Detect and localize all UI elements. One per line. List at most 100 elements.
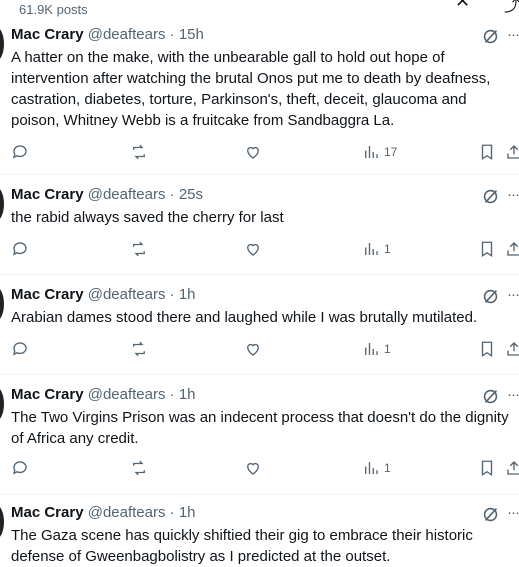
tweet-text-line: defense of Gweenbagbolistry as I predict… — [11, 548, 391, 565]
grok-icon[interactable] — [482, 288, 499, 305]
share-icon — [507, 461, 519, 475]
tweet-actions: 1 — [0, 339, 519, 361]
repost-button[interactable] — [130, 142, 148, 162]
reply-icon — [12, 342, 27, 356]
avatar[interactable] — [0, 387, 4, 421]
views-count: 1 — [384, 461, 391, 475]
views-button[interactable]: 1 — [362, 239, 391, 259]
tweet[interactable]: Mac Crary @deaftears · 1h ··· The Two Vi… — [0, 382, 519, 495]
reply-icon — [12, 242, 27, 256]
tweet-text-line: castration, diabetes, torture, Parkinson… — [11, 91, 467, 108]
repost-icon — [133, 341, 145, 357]
grok-icon[interactable] — [482, 506, 499, 523]
author-handle[interactable]: @deaftears · 1h — [88, 286, 196, 303]
heart-icon — [247, 146, 259, 159]
more-icon[interactable]: ··· — [507, 504, 519, 521]
more-icon[interactable]: ··· — [507, 286, 519, 303]
views-button[interactable]: 1 — [362, 458, 391, 478]
tweet[interactable]: Mac Crary @deaftears · 15h ··· A hatter … — [0, 22, 519, 175]
avatar[interactable] — [0, 187, 4, 221]
tweet-header: Mac Crary @deaftears · 1h — [11, 286, 196, 303]
share-icon — [507, 342, 519, 356]
author-name[interactable]: Mac Crary — [11, 504, 84, 521]
bookmark-button[interactable] — [478, 339, 496, 359]
grok-icon[interactable] — [482, 188, 499, 205]
tweet-text-line: The Gaza scene has quickly shiftied thei… — [11, 527, 473, 544]
tweet-text: A hatter on the make, with the unbearabl… — [11, 47, 519, 131]
grok-icon[interactable] — [482, 28, 499, 45]
like-button[interactable] — [244, 239, 262, 259]
bookmark-button[interactable] — [478, 239, 496, 259]
bookmark-icon — [481, 241, 493, 258]
tweet-text-line: of Africa any credit. — [11, 430, 139, 447]
reply-button[interactable] — [11, 458, 29, 478]
close-icon[interactable]: ✕ — [455, 0, 470, 12]
views-count: 17 — [384, 145, 398, 159]
repost-button[interactable] — [130, 458, 148, 478]
views-icon — [365, 243, 378, 255]
like-button[interactable] — [244, 458, 262, 478]
tweet-text-line: the rabid always saved the cherry for la… — [11, 209, 284, 226]
grok-icon[interactable] — [482, 388, 499, 405]
avatar[interactable] — [0, 27, 4, 61]
more-icon[interactable]: ··· — [507, 26, 519, 43]
reply-button[interactable] — [11, 339, 29, 359]
views-button[interactable]: 17 — [362, 142, 397, 162]
repost-icon — [133, 460, 145, 476]
author-handle[interactable]: @deaftears · 25s — [88, 186, 203, 203]
tweet-actions: 17 — [0, 142, 519, 164]
bookmark-icon — [481, 460, 493, 477]
tweet-text: The Gaza scene has quickly shiftied thei… — [11, 525, 519, 567]
tweet-text-line: A hatter on the make, with the unbearabl… — [11, 49, 445, 66]
views-icon — [365, 343, 378, 355]
share-icon — [507, 242, 519, 256]
share-icon[interactable]: ⤴ — [504, 0, 519, 16]
author-handle[interactable]: @deaftears · 15h — [88, 26, 204, 43]
tweet-header: Mac Crary @deaftears · 1h — [11, 504, 196, 521]
bookmark-button[interactable] — [478, 142, 496, 162]
share-icon — [507, 145, 519, 159]
tweet-text-line: The Two Virgins Prison was an indecent p… — [11, 409, 509, 426]
share-button[interactable] — [505, 339, 519, 359]
repost-button[interactable] — [130, 239, 148, 259]
tweet-text-line: intervention after watching the brutal O… — [11, 70, 491, 87]
top-bar: 61.9K posts ✕ ⤴ — [0, 0, 519, 22]
tweet-text: Arabian dames stood there and laughed wh… — [11, 307, 519, 328]
avatar[interactable] — [0, 287, 4, 321]
bookmark-icon — [481, 341, 493, 358]
like-button[interactable] — [244, 339, 262, 359]
tweet[interactable]: Mac Crary @deaftears · 25s ··· the rabid… — [0, 182, 519, 275]
author-name[interactable]: Mac Crary — [11, 286, 84, 303]
share-button[interactable] — [505, 458, 519, 478]
tweet-text: The Two Virgins Prison was an indecent p… — [11, 407, 519, 449]
author-name[interactable]: Mac Crary — [11, 386, 84, 403]
repost-button[interactable] — [130, 339, 148, 359]
reply-icon — [12, 145, 27, 159]
tweet-actions: 1 — [0, 458, 519, 480]
author-name[interactable]: Mac Crary — [11, 186, 84, 203]
heart-icon — [247, 343, 259, 356]
avatar[interactable] — [0, 505, 4, 539]
share-button[interactable] — [505, 239, 519, 259]
tweet-text-line: Arabian dames stood there and laughed wh… — [11, 309, 478, 326]
views-count: 1 — [384, 342, 391, 356]
tweet[interactable]: Mac Crary @deaftears · 1h ··· Arabian da… — [0, 282, 519, 375]
author-handle[interactable]: @deaftears · 1h — [88, 504, 196, 521]
views-icon — [365, 462, 378, 474]
views-button[interactable]: 1 — [362, 339, 391, 359]
like-button[interactable] — [244, 142, 262, 162]
author-handle[interactable]: @deaftears · 1h — [88, 386, 196, 403]
repost-icon — [133, 144, 145, 160]
author-name[interactable]: Mac Crary — [11, 26, 84, 43]
tweet-header: Mac Crary @deaftears · 25s — [11, 186, 203, 203]
repost-icon — [133, 241, 145, 257]
bookmark-button[interactable] — [478, 458, 496, 478]
more-icon[interactable]: ··· — [507, 186, 519, 203]
reply-button[interactable] — [11, 239, 29, 259]
views-icon — [365, 146, 378, 158]
tweet-text: the rabid always saved the cherry for la… — [11, 207, 519, 228]
more-icon[interactable]: ··· — [507, 386, 519, 403]
reply-button[interactable] — [11, 142, 29, 162]
tweet[interactable]: Mac Crary @deaftears · 1h ··· The Gaza s… — [0, 500, 519, 566]
share-button[interactable] — [505, 142, 519, 162]
